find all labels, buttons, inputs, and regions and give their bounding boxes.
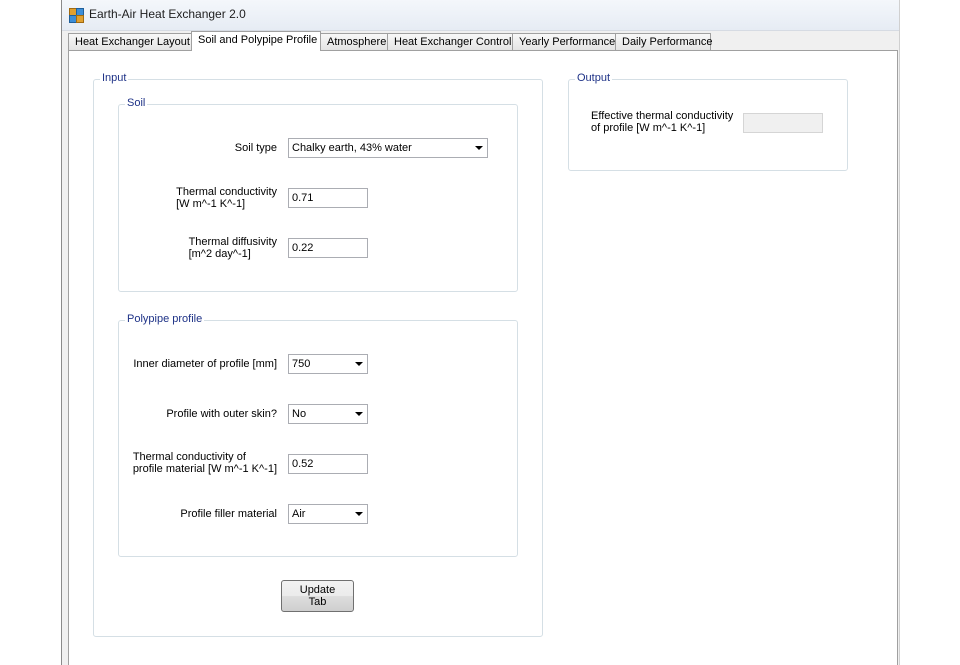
tab-heat-exchanger-layout[interactable]: Heat Exchanger Layout bbox=[68, 33, 192, 50]
soil-group: Soil Soil type Chalky earth, 43% water T… bbox=[118, 97, 518, 292]
filler-material-value: Air bbox=[292, 508, 306, 520]
input-group: Input Soil Soil type Chalky earth, 43% w… bbox=[93, 72, 543, 637]
update-button-line1: Update bbox=[299, 584, 336, 596]
window-title: Earth-Air Heat Exchanger 2.0 bbox=[89, 7, 246, 21]
tab-atmosphere[interactable]: Atmosphere bbox=[320, 33, 388, 50]
thermal-diffusivity-label: Thermal diffusivity [m^2 day^-1] bbox=[189, 236, 277, 260]
thermal-diffusivity-input[interactable]: 0.22 bbox=[288, 238, 368, 258]
effective-conductivity-output[interactable] bbox=[743, 113, 823, 133]
filler-material-select[interactable]: Air bbox=[288, 504, 368, 524]
soil-type-value: Chalky earth, 43% water bbox=[292, 142, 412, 154]
inner-diameter-value: 750 bbox=[292, 358, 311, 370]
effective-conductivity-label-line1: Effective thermal conductivity bbox=[591, 110, 734, 122]
polypipe-group-title: Polypipe profile bbox=[125, 313, 205, 325]
thermal-diffusivity-label-line1: Thermal diffusivity bbox=[188, 236, 277, 248]
output-group: Output Effective thermal conductivity of… bbox=[568, 72, 848, 171]
chevron-down-icon bbox=[475, 146, 483, 150]
profile-conductivity-label-line1: Thermal conductivity of bbox=[132, 451, 246, 463]
app-window: Earth-Air Heat Exchanger 2.0 Heat Exchan… bbox=[61, 0, 900, 665]
tab-heat-exchanger-control[interactable]: Heat Exchanger Control bbox=[387, 33, 513, 50]
profile-conductivity-label-line2: profile material [W m^-1 K^-1] bbox=[132, 463, 277, 475]
thermal-conductivity-label: Thermal conductivity [W m^-1 K^-1] bbox=[176, 186, 277, 210]
title-bar: Earth-Air Heat Exchanger 2.0 bbox=[62, 0, 899, 31]
update-button-line2: Tab bbox=[308, 596, 327, 608]
output-group-title: Output bbox=[575, 72, 613, 84]
soil-type-select[interactable]: Chalky earth, 43% water bbox=[288, 138, 488, 158]
soil-group-title: Soil bbox=[125, 97, 148, 109]
chevron-down-icon bbox=[355, 412, 363, 416]
input-group-title: Input bbox=[100, 72, 129, 84]
profile-conductivity-input[interactable]: 0.52 bbox=[288, 454, 368, 474]
inner-diameter-select[interactable]: 750 bbox=[288, 354, 368, 374]
soil-type-label: Soil type bbox=[234, 142, 277, 154]
polypipe-group: Polypipe profile Inner diameter of profi… bbox=[118, 313, 518, 557]
effective-conductivity-label-line2: of profile [W m^-1 K^-1] bbox=[591, 122, 706, 134]
profile-conductivity-label: Thermal conductivity of profile material… bbox=[133, 451, 277, 475]
inner-diameter-label: Inner diameter of profile [mm] bbox=[133, 358, 277, 370]
tab-page-soil-polypipe: Input Soil Soil type Chalky earth, 43% w… bbox=[68, 50, 898, 665]
outer-skin-select[interactable]: No bbox=[288, 404, 368, 424]
effective-conductivity-label: Effective thermal conductivity of profil… bbox=[591, 110, 733, 134]
filler-material-label: Profile filler material bbox=[180, 508, 277, 520]
app-icon bbox=[69, 8, 84, 23]
tab-daily-performance[interactable]: Daily Performance bbox=[615, 33, 712, 50]
tab-yearly-performance[interactable]: Yearly Performance bbox=[512, 33, 616, 50]
thermal-diffusivity-label-line2: [m^2 day^-1] bbox=[188, 248, 251, 260]
thermal-conductivity-input[interactable]: 0.71 bbox=[288, 188, 368, 208]
thermal-conductivity-label-line1: Thermal conductivity bbox=[176, 186, 277, 198]
update-tab-button[interactable]: Update Tab bbox=[281, 580, 354, 612]
chevron-down-icon bbox=[355, 512, 363, 516]
tab-soil-polypipe-profile[interactable]: Soil and Polypipe Profile bbox=[191, 31, 321, 51]
outer-skin-label: Profile with outer skin? bbox=[166, 408, 277, 420]
chevron-down-icon bbox=[355, 362, 363, 366]
outer-skin-value: No bbox=[292, 408, 307, 420]
thermal-conductivity-label-line2: [W m^-1 K^-1] bbox=[176, 198, 246, 210]
